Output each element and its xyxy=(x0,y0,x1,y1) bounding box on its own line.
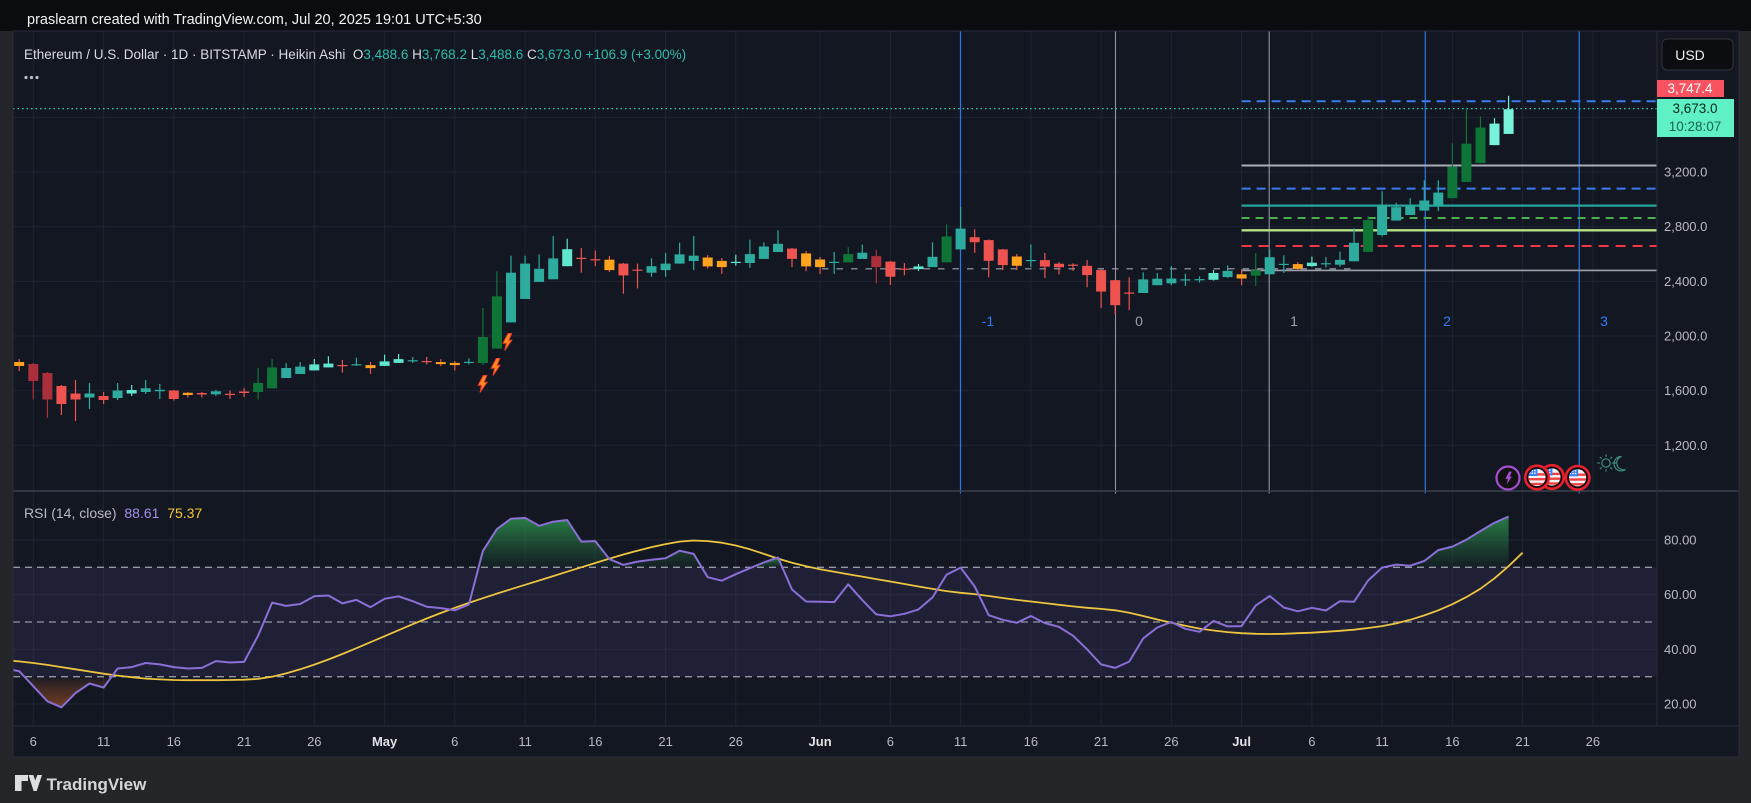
svg-text:16: 16 xyxy=(588,734,602,749)
svg-text:Jul: Jul xyxy=(1232,734,1251,749)
svg-text:6: 6 xyxy=(451,734,458,749)
svg-text:praslearn created with Trading: praslearn created with TradingView.com, … xyxy=(27,12,482,28)
svg-text:1,600.0: 1,600.0 xyxy=(1664,383,1707,398)
svg-text:TradingView: TradingView xyxy=(47,775,148,794)
svg-text:Ethereum / U.S. Dollar · 1D ·: Ethereum / U.S. Dollar · 1D · BITSTAMP ·… xyxy=(24,47,686,62)
svg-text:6: 6 xyxy=(1308,734,1315,749)
svg-text:1: 1 xyxy=(1290,313,1298,329)
svg-text:1,200.0: 1,200.0 xyxy=(1664,438,1707,453)
svg-text:3,747.4: 3,747.4 xyxy=(1667,81,1713,96)
svg-text:80.00: 80.00 xyxy=(1664,533,1697,548)
svg-text:6: 6 xyxy=(887,734,894,749)
svg-text:6: 6 xyxy=(30,734,37,749)
svg-text:21: 21 xyxy=(658,734,672,749)
svg-text:Jun: Jun xyxy=(809,734,832,749)
svg-text:USD: USD xyxy=(1675,47,1705,63)
svg-text:11: 11 xyxy=(1375,734,1389,749)
svg-text:26: 26 xyxy=(729,734,743,749)
svg-text:26: 26 xyxy=(1164,734,1178,749)
svg-text:60.00: 60.00 xyxy=(1664,587,1697,602)
svg-text:20.00: 20.00 xyxy=(1664,697,1697,712)
svg-text:16: 16 xyxy=(1445,734,1459,749)
svg-text:0: 0 xyxy=(1135,313,1143,329)
svg-text:10:28:07: 10:28:07 xyxy=(1669,119,1722,134)
svg-text:2: 2 xyxy=(1443,313,1451,329)
svg-text:3: 3 xyxy=(1600,313,1608,329)
svg-text:May: May xyxy=(372,734,398,749)
svg-text:40.00: 40.00 xyxy=(1664,642,1697,657)
svg-text:11: 11 xyxy=(97,734,111,749)
svg-text:-1: -1 xyxy=(982,313,995,329)
svg-text:26: 26 xyxy=(307,734,321,749)
svg-text:26: 26 xyxy=(1586,734,1600,749)
svg-text:2,400.0: 2,400.0 xyxy=(1664,274,1707,289)
svg-text:16: 16 xyxy=(167,734,181,749)
svg-text:11: 11 xyxy=(954,734,968,749)
svg-text:11: 11 xyxy=(518,734,532,749)
svg-text:2,000.0: 2,000.0 xyxy=(1664,329,1707,344)
svg-text:2,800.0: 2,800.0 xyxy=(1664,219,1707,234)
svg-text:21: 21 xyxy=(1515,734,1529,749)
svg-text:3,200.0: 3,200.0 xyxy=(1664,165,1707,180)
svg-text:21: 21 xyxy=(1094,734,1108,749)
svg-text:3,673.0: 3,673.0 xyxy=(1672,101,1717,116)
svg-text:RSI (14, close) 88.61 75.37: RSI (14, close) 88.61 75.37 xyxy=(24,505,202,521)
svg-text:21: 21 xyxy=(237,734,251,749)
svg-text:16: 16 xyxy=(1024,734,1038,749)
